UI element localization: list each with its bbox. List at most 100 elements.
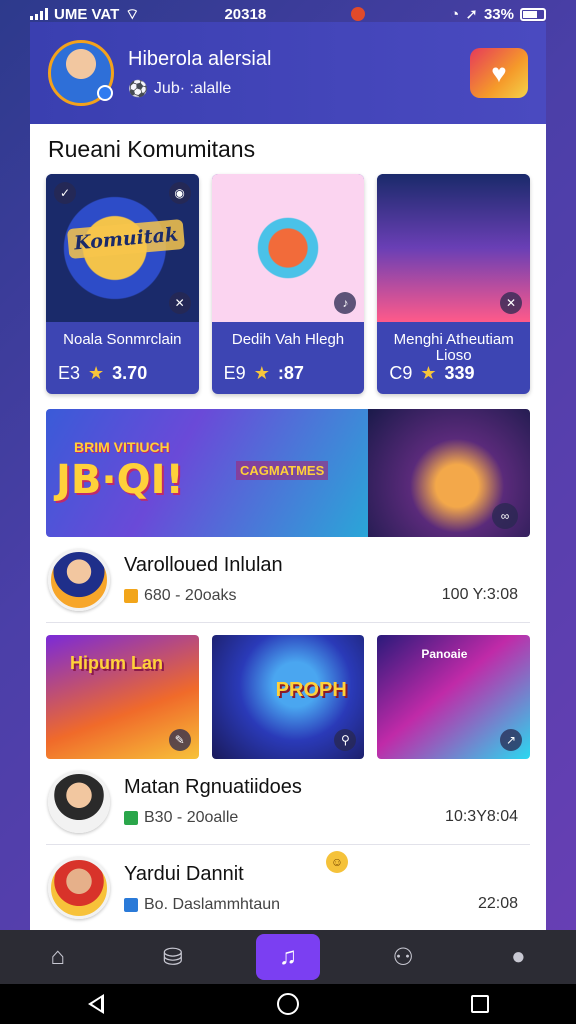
card-meta: E3 ★ 3.70: [58, 363, 187, 384]
system-navigation: [0, 984, 576, 1024]
tools-icon[interactable]: ✕: [168, 292, 191, 314]
close-icon[interactable]: ✕: [500, 292, 523, 314]
back-icon: [88, 994, 104, 1014]
list-item-title: Matan Rgnuatiidoes: [124, 776, 302, 798]
list-item-subtitle-row: Bo. Daslammhtaun: [124, 896, 530, 914]
emoji-icon: ☺: [326, 851, 348, 873]
music-note-icon[interactable]: ♪: [334, 292, 357, 314]
media-card-title: Panoaie: [421, 647, 468, 661]
card-image: ✕: [377, 174, 531, 322]
media-card-title: Hipum Lan: [70, 653, 163, 673]
section-title: Rueani Komumitans: [48, 136, 256, 162]
promo-banner[interactable]: BRIM VITIUCH JB·QI! CAGMATMES ∞: [46, 409, 530, 537]
media-card[interactable]: Hipum Lan ✎: [46, 635, 199, 759]
card-image: Komuitak ✓ ◉ ✕: [46, 174, 199, 322]
carrier-label: UME VAT: [54, 5, 120, 23]
box-icon[interactable]: ⛁: [141, 934, 205, 980]
recording-icon: [351, 7, 366, 21]
back-button[interactable]: [76, 989, 116, 1019]
home-button[interactable]: [268, 989, 308, 1019]
card-code: E3: [58, 363, 81, 383]
card-rating: 339: [444, 363, 475, 383]
star-icon: ★: [88, 363, 105, 383]
status-left: UME VAT ⌔: [30, 5, 139, 24]
list-item-time: 100 Y:3:08: [441, 586, 518, 603]
recents-button[interactable]: [460, 989, 500, 1019]
media-card[interactable]: PROPH ⚲: [211, 635, 365, 759]
avatar: [48, 770, 110, 833]
battery-label: 33%: [483, 5, 514, 23]
community-card[interactable]: ♪ Dedih Vah Hlegh E9 ★ :87: [211, 174, 365, 394]
location-icon: ➚: [465, 6, 478, 23]
card-code: C9: [389, 363, 413, 383]
status-right: ◔ ➚ 33%: [450, 5, 546, 23]
card-rating: 3.70: [112, 363, 148, 383]
edit-icon[interactable]: ✎: [168, 729, 191, 751]
list-item[interactable]: Matan Rgnuatiidoes B30 - 20oalle 10:3Y8:…: [46, 759, 530, 845]
home-circle-icon: [277, 993, 299, 1015]
bottom-nav: ⌂ ⛁ ♫ ⚇ ●: [0, 930, 576, 984]
app-logo-icon[interactable]: ♥: [470, 48, 528, 98]
profile-outline-icon[interactable]: ⚇: [371, 934, 435, 980]
verified-badge-icon: [97, 85, 113, 101]
profile-header: Hiberola alersial ⚽ Jub· :alalle ♥: [30, 22, 546, 124]
card-overlay-text: Komuitak: [66, 218, 186, 260]
home-icon[interactable]: ⌂: [26, 934, 90, 980]
check-icon: ✓: [54, 182, 76, 204]
status-time: 20318: [224, 5, 267, 23]
avatar[interactable]: [48, 40, 114, 106]
media-card-title: PROPH: [275, 679, 347, 701]
music-icon[interactable]: ♫: [255, 934, 320, 980]
profile-subtitle: Jub· :alalle: [153, 79, 232, 97]
wifi-icon: ⌔: [125, 5, 140, 23]
share-icon[interactable]: ↗: [500, 729, 523, 751]
list-item-title: Varolloued Inlulan: [124, 554, 283, 576]
banner-headline: JB·QI!: [56, 457, 184, 503]
list-item-subtitle: Bo. Daslammhtaun: [144, 895, 281, 913]
list-item-time: 22:08: [477, 895, 518, 912]
card-title: Dedih Vah Hlegh: [231, 331, 345, 348]
alarm-icon: ◔: [450, 5, 460, 23]
flag-icon: [124, 589, 138, 603]
banner-graphic: BRIM VITIUCH JB·QI! CAGMATMES: [46, 409, 368, 537]
list-item[interactable]: Varolloued Inlulan 680 - 20oaks 100 Y:3:…: [46, 537, 530, 623]
list-item-subtitle: B30 - 20oalle: [144, 809, 239, 826]
list-item[interactable]: Yardui Dannit Bo. Daslammhtaun ☺ 22:08: [46, 845, 530, 931]
card-meta: E9 ★ :87: [224, 363, 353, 384]
ball-icon: ⚽: [128, 80, 148, 98]
card-image: ♪: [211, 174, 365, 322]
profile-subtitle-row: ⚽ Jub· :alalle: [128, 79, 271, 99]
flag-icon: [124, 811, 138, 825]
signal-icon: [30, 8, 48, 20]
recents-icon: [471, 995, 489, 1013]
featured-cards: Komuitak ✓ ◉ ✕ Noala Sonmrclain E3 ★ 3.7…: [30, 174, 546, 394]
card-title: Noala Sonmrclain: [63, 331, 182, 348]
card-code: E9: [223, 363, 246, 383]
user-icon[interactable]: ●: [486, 934, 550, 980]
list-item-subtitle: 680 - 20oaks: [144, 587, 237, 604]
flag-icon: [124, 897, 138, 912]
card-title: Menghi Atheutiam Lioso: [393, 331, 514, 364]
list-item-time: 10:3Y8:04: [445, 808, 518, 825]
app-window: Hiberola alersial ⚽ Jub· :alalle ♥ Ruean…: [30, 22, 546, 932]
star-icon: ★: [253, 363, 270, 383]
community-card[interactable]: ✕ Menghi Atheutiam Lioso C9 ★ 339: [377, 174, 531, 394]
banner-photo: ∞: [368, 409, 530, 537]
link-icon[interactable]: ∞: [492, 503, 518, 529]
card-rating: :87: [277, 363, 304, 383]
list-item-text: Yardui Dannit Bo. Daslammhtaun: [124, 863, 530, 914]
media-card[interactable]: Panoaie ↗: [377, 635, 531, 759]
camera-icon: ◉: [168, 182, 191, 204]
card-meta: C9 ★ 339: [389, 363, 518, 384]
battery-icon: [519, 7, 546, 21]
media-cards: Hipum Lan ✎ PROPH ⚲ Panoaie ↗: [30, 635, 546, 759]
profile-name: Hiberola alersial: [128, 47, 272, 70]
mic-icon[interactable]: ⚲: [334, 729, 357, 751]
banner-small-text: BRIM VITIUCH: [74, 439, 170, 455]
star-icon: ★: [420, 363, 437, 383]
banner-caption: CAGMATMES: [236, 461, 329, 480]
profile-text: Hiberola alersial ⚽ Jub· :alalle: [128, 48, 271, 99]
avatar: [48, 857, 110, 919]
avatar: [48, 548, 110, 611]
community-card[interactable]: Komuitak ✓ ◉ ✕ Noala Sonmrclain E3 ★ 3.7…: [46, 174, 199, 394]
